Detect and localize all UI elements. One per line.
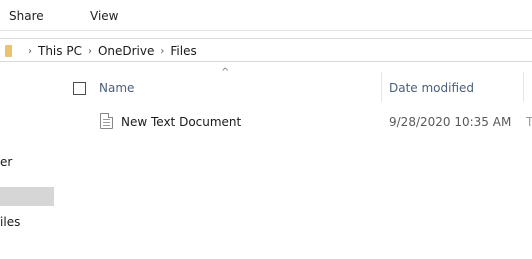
text-file-icon [100, 113, 113, 129]
nav-item-selected[interactable] [0, 187, 54, 206]
column-header: ^ Name Date modified [56, 66, 532, 110]
chevron-right-icon[interactable]: › [88, 46, 92, 57]
column-name[interactable]: Name [99, 81, 134, 95]
ribbon-tabs: Share View [0, 0, 532, 31]
nav-item-files[interactable]: Files [0, 215, 20, 229]
tab-share[interactable]: Share [9, 9, 44, 23]
tab-view[interactable]: View [90, 9, 118, 23]
file-date-modified: 9/28/2020 10:35 AM [389, 115, 512, 129]
chevron-right-icon[interactable]: › [28, 46, 32, 57]
breadcrumb-files[interactable]: Files [170, 44, 196, 58]
file-row[interactable]: New Text Document 9/28/2020 10:35 AM T [56, 110, 532, 134]
sort-ascending-icon: ^ [221, 67, 230, 78]
navigation-pane: er Files [0, 66, 56, 259]
chevron-right-icon[interactable]: › [160, 46, 164, 57]
file-type-partial: T [526, 115, 532, 129]
breadcrumb-this-pc[interactable]: This PC [38, 44, 82, 58]
column-divider[interactable] [523, 72, 524, 102]
column-divider[interactable] [381, 72, 382, 102]
address-bar[interactable]: › This PC › OneDrive › Files [0, 38, 532, 62]
nav-item-partial[interactable]: er [0, 155, 12, 169]
breadcrumb-onedrive[interactable]: OneDrive [98, 44, 154, 58]
folder-icon [5, 45, 12, 57]
select-all-checkbox[interactable] [73, 82, 86, 95]
column-date-modified[interactable]: Date modified [389, 81, 474, 95]
breadcrumb: › This PC › OneDrive › Files [22, 44, 197, 58]
file-name[interactable]: New Text Document [121, 115, 241, 129]
